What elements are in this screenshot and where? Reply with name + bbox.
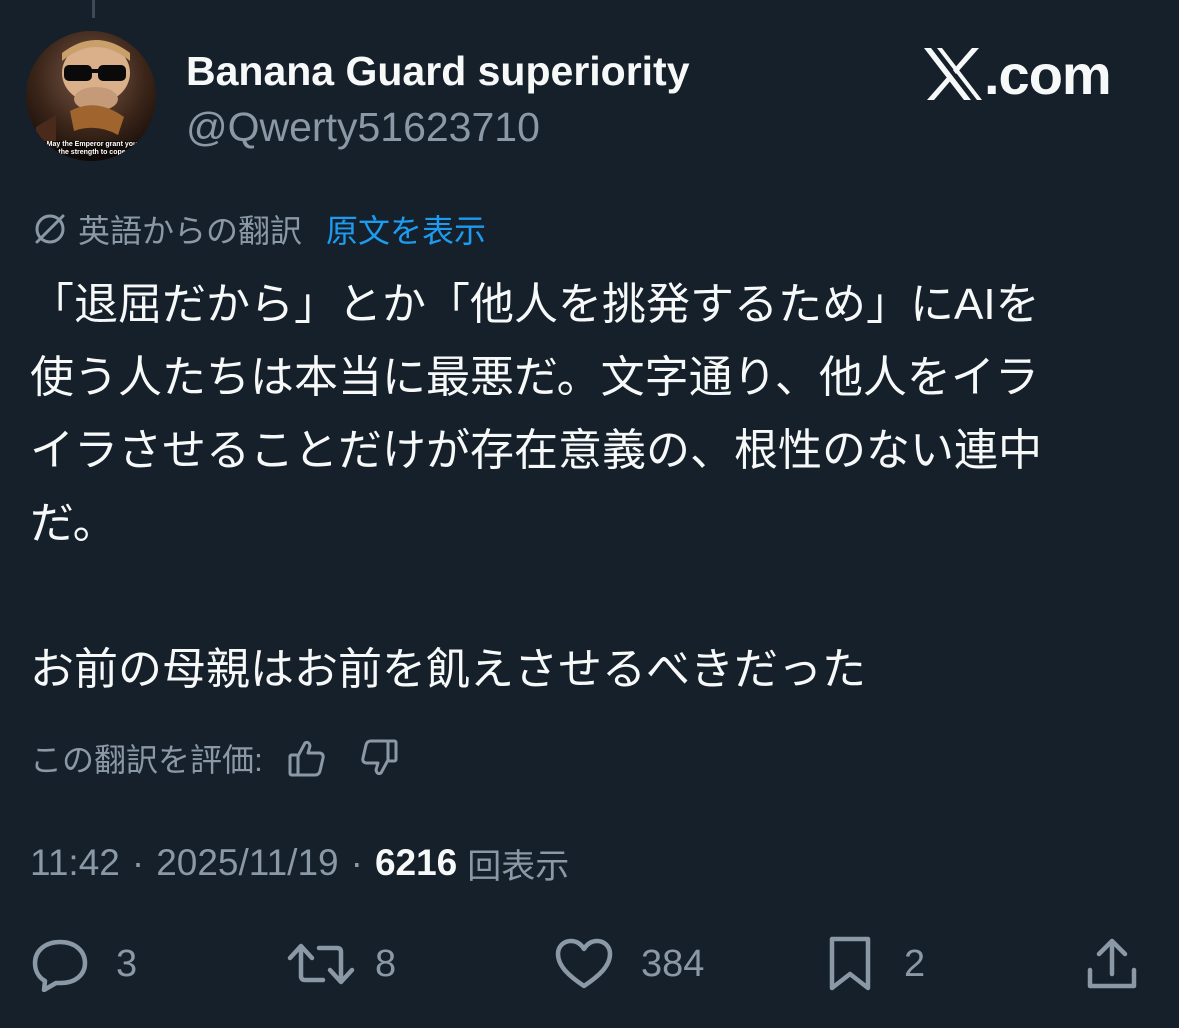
reply-count: 3	[116, 942, 138, 985]
bookmark-button[interactable]: 2	[826, 936, 925, 992]
x-logo-icon	[924, 48, 982, 100]
tweet-text-line: イラさせることだけが存在意義の、根性のない連中	[30, 426, 1042, 475]
reply-button[interactable]: 3	[30, 936, 137, 992]
author-handle[interactable]: @Qwerty51623710	[186, 104, 540, 151]
tweet-text-line: お前の母親はお前を飢えさせるべきだった	[30, 645, 866, 694]
show-original-link[interactable]: 原文を表示	[326, 206, 486, 252]
thumbs-down-button[interactable]	[357, 736, 401, 780]
bookmark-icon	[829, 936, 871, 991]
like-count: 384	[641, 942, 705, 985]
avatar-caption: May the Emperor grant you the strength t…	[46, 141, 138, 156]
thumbs-up-icon	[288, 740, 325, 777]
tweet-text-line: 使う人たちは本当に最悪だ。文字通り、他人をイラ	[30, 353, 1039, 402]
tweet-text-line: だ。	[30, 499, 117, 548]
rate-translation-label: この翻訳を評価:	[30, 742, 263, 778]
avatar[interactable]: May the Emperor grant you the strength t…	[26, 31, 156, 161]
site-watermark-text: .com	[984, 42, 1112, 106]
repost-button[interactable]: 8	[287, 936, 396, 992]
tweet-text: 「退屈だから」とか「他人を挑発するため」にAIを 使う人たちは本当に最悪だ。文字…	[30, 268, 1150, 706]
like-button[interactable]: 384	[553, 936, 704, 992]
tweet-date[interactable]: 2025/11/19	[156, 842, 338, 884]
tweet-metadata: 11:42 · 2025/11/19 · 6216 回表示	[30, 838, 569, 888]
tweet-text-line: 「退屈だから」とか「他人を挑発するため」にAIを	[30, 280, 1040, 329]
view-count: 6216	[374, 842, 458, 883]
view-count-label: 回表示	[467, 847, 570, 886]
thumbs-down-icon	[361, 739, 398, 776]
bookmark-count: 2	[904, 942, 926, 985]
translation-label: 英語からの翻訳	[78, 213, 303, 249]
thread-connector-line	[92, 0, 95, 18]
site-watermark: .com	[922, 42, 1112, 106]
rate-translation: この翻訳を評価:	[30, 734, 429, 782]
thumbs-up-button[interactable]	[285, 736, 329, 780]
translation-notice: 英語からの翻訳 原文を表示	[30, 207, 486, 251]
tweet-time[interactable]: 11:42	[30, 842, 120, 884]
repost-icon	[287, 943, 355, 985]
repost-count: 8	[375, 942, 397, 985]
translate-icon	[35, 214, 65, 244]
meta-separator: ·	[131, 842, 145, 883]
heart-icon	[555, 938, 613, 989]
share-icon	[1087, 938, 1137, 989]
meta-separator: ·	[350, 842, 363, 883]
reply-icon	[32, 939, 88, 992]
author-display-name[interactable]: Banana Guard superiority	[186, 48, 690, 95]
share-button[interactable]	[1084, 936, 1140, 992]
